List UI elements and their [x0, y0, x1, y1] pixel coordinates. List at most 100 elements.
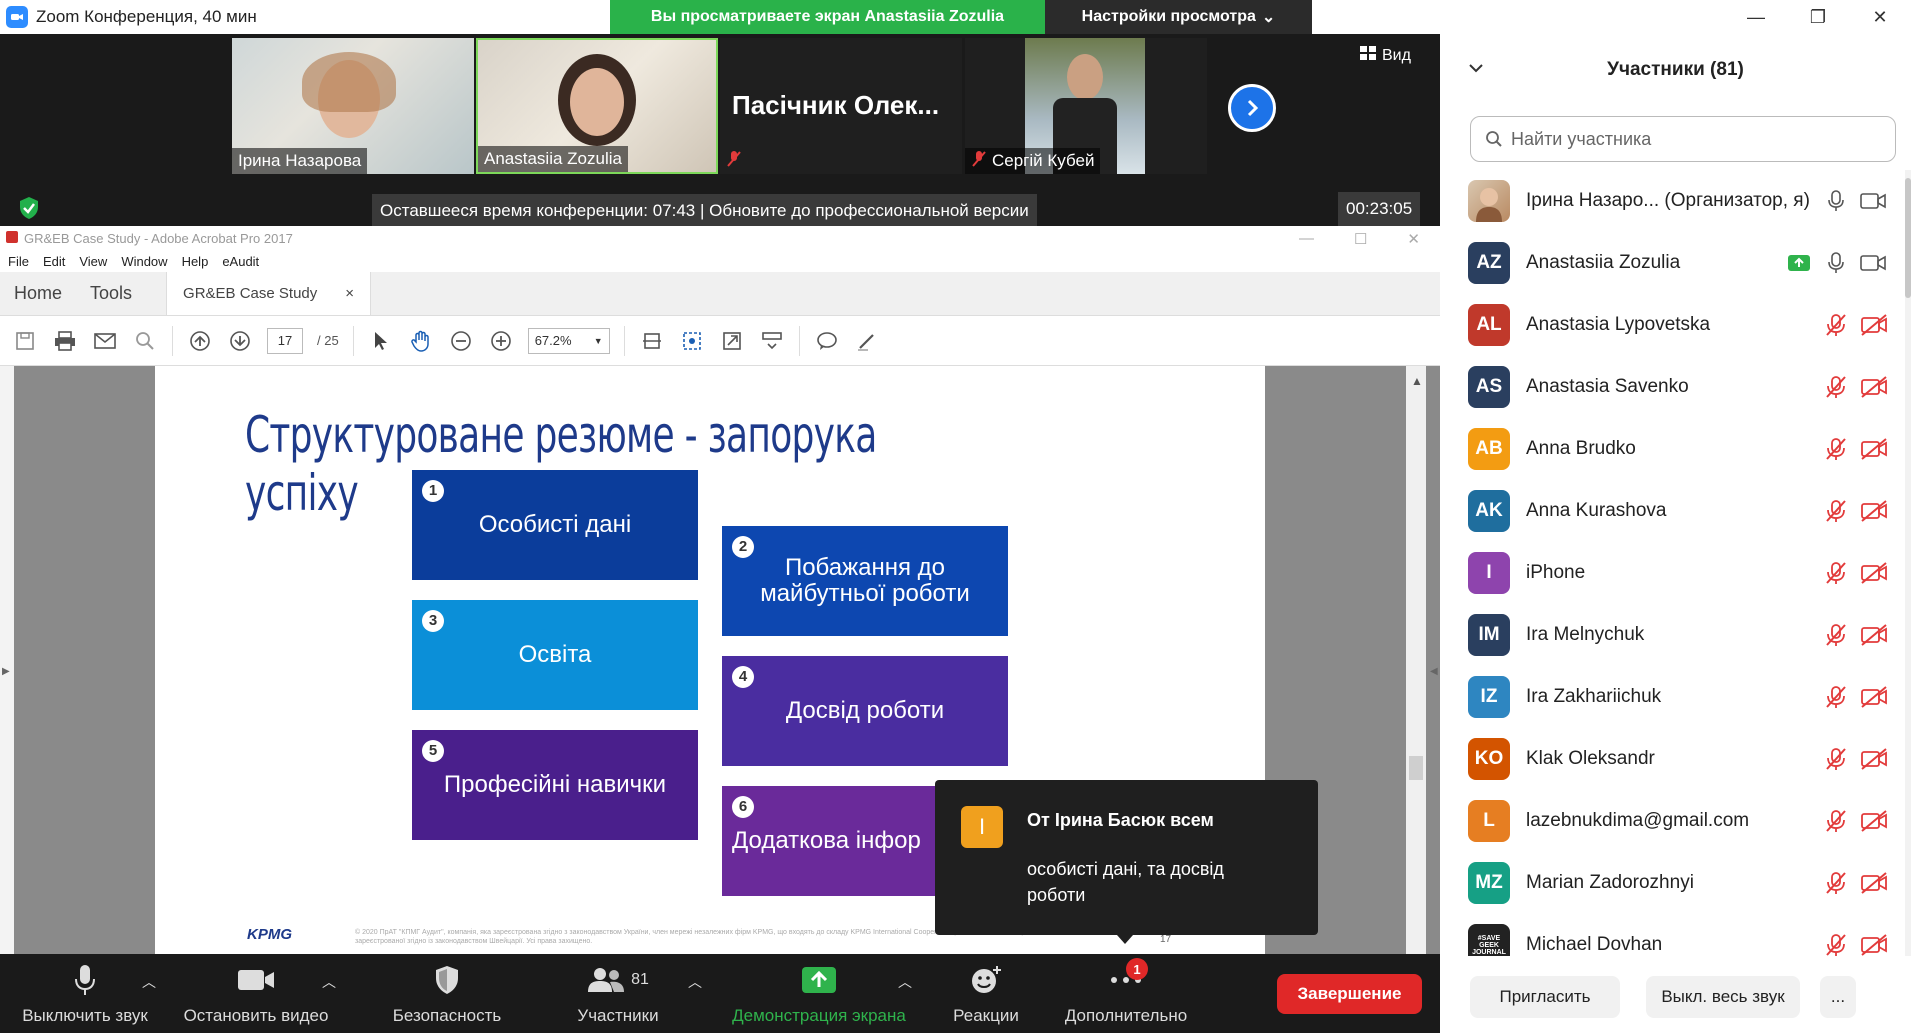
participant-row[interactable]: IiPhone	[1440, 542, 1905, 604]
view-layout-button[interactable]: Вид	[1360, 46, 1411, 65]
right-panel-toggle-icon[interactable]: ◀	[1430, 666, 1438, 677]
video-off-icon[interactable]	[1860, 934, 1888, 956]
zoom-in-icon[interactable]	[488, 328, 514, 354]
menu-help[interactable]: Help	[182, 254, 209, 269]
restore-icon[interactable]: ❐	[1787, 0, 1849, 34]
microphone-icon[interactable]	[1828, 190, 1844, 212]
left-panel-toggle[interactable]: ▶	[0, 366, 14, 954]
minimize-icon[interactable]: —	[1725, 0, 1787, 34]
full-screen-icon[interactable]	[719, 328, 745, 354]
participant-row[interactable]: MZ Marian Zadorozhnyi	[1440, 852, 1905, 914]
video-off-icon[interactable]	[1860, 810, 1888, 832]
save-icon[interactable]	[12, 328, 38, 354]
mic-muted-icon[interactable]	[1825, 375, 1847, 399]
remaining-time-notice[interactable]: Оставшееся время конференции: 07:43 | Об…	[372, 194, 1037, 228]
participant-row[interactable]: #SAVE GEEK JOURNAL Michael Dovhan	[1440, 914, 1905, 956]
close-icon[interactable]: ✕	[1849, 0, 1911, 34]
mic-muted-icon[interactable]	[1825, 499, 1847, 523]
page-down-icon[interactable]	[227, 328, 253, 354]
mic-muted-icon[interactable]	[1825, 871, 1847, 895]
search-icon[interactable]	[132, 328, 158, 354]
page-number-input[interactable]: 17	[267, 327, 303, 354]
chat-notification[interactable]: I От Ірина Басюк всем особисті дані, та …	[935, 780, 1318, 935]
invite-button[interactable]: Пригласить	[1470, 976, 1620, 1018]
participant-row[interactable]: Llazebnukdima@gmail.com	[1440, 790, 1905, 852]
participant-list-scrollbar[interactable]	[1905, 170, 1911, 956]
mute-button[interactable]: Выключить звук	[14, 962, 156, 1026]
maximize-icon[interactable]: ☐	[1354, 230, 1367, 248]
participants-button[interactable]: 81 Участники	[568, 962, 668, 1026]
print-icon[interactable]	[52, 328, 78, 354]
menu-edit[interactable]: Edit	[43, 254, 65, 269]
reactions-button[interactable]: Реакции	[946, 962, 1026, 1026]
menu-window[interactable]: Window	[121, 254, 167, 269]
share-options-caret[interactable]: ︿	[898, 972, 912, 992]
share-screen-button[interactable]: Демонстрация экрана	[724, 962, 914, 1026]
zoom-out-icon[interactable]	[448, 328, 474, 354]
mic-muted-icon[interactable]	[1825, 685, 1847, 709]
fit-page-icon[interactable]	[639, 328, 665, 354]
mic-muted-icon[interactable]	[1825, 933, 1847, 956]
video-tile-3[interactable]: Пасічник Олек...	[720, 38, 962, 174]
participant-row[interactable]: AB Anna Brudko	[1440, 418, 1905, 480]
participant-search-input[interactable]: Найти участника	[1470, 116, 1896, 162]
close-icon[interactable]: ×	[345, 285, 354, 302]
video-options-caret[interactable]: ︿	[322, 972, 336, 992]
video-off-icon[interactable]	[1860, 872, 1888, 894]
close-icon[interactable]: ✕	[1407, 230, 1420, 248]
video-tile-2[interactable]: Anastasiia Zozulia	[476, 38, 718, 174]
video-off-icon[interactable]	[1860, 624, 1888, 646]
email-icon[interactable]	[92, 328, 118, 354]
tab-home[interactable]: Home	[0, 272, 76, 315]
participant-row[interactable]: IM Ira Melnychuk	[1440, 604, 1905, 666]
panel-more-button[interactable]: ...	[1820, 976, 1856, 1018]
participant-row[interactable]: Ірина Назаро... (Организатор, я)	[1440, 170, 1905, 232]
select-cursor-icon[interactable]	[368, 328, 394, 354]
mic-muted-icon[interactable]	[1825, 747, 1847, 771]
hand-tool-icon[interactable]	[408, 328, 434, 354]
participant-row[interactable]: AZ Anastasiia Zozulia	[1440, 232, 1905, 294]
mute-options-caret[interactable]: ︿	[142, 972, 156, 992]
menu-view[interactable]: View	[79, 254, 107, 269]
video-off-icon[interactable]	[1860, 438, 1888, 460]
microphone-icon[interactable]	[1828, 252, 1844, 274]
view-settings-button[interactable]: Настройки просмотра ⌄	[1045, 0, 1312, 34]
stop-video-button[interactable]: Остановить видео	[176, 962, 336, 1026]
tab-document[interactable]: GR&EB Case Study ×	[166, 272, 372, 315]
video-off-icon[interactable]	[1860, 562, 1888, 584]
participant-row[interactable]: IZ Ira Zakhariichuk	[1440, 666, 1905, 728]
minimize-icon[interactable]: —	[1299, 230, 1314, 248]
video-off-icon[interactable]	[1860, 376, 1888, 398]
page-up-icon[interactable]	[187, 328, 213, 354]
video-camera-icon[interactable]	[1860, 254, 1886, 272]
scroll-mode-icon[interactable]	[759, 328, 785, 354]
scroll-up-icon[interactable]: ▲	[1411, 374, 1423, 388]
pen-icon[interactable]	[854, 328, 880, 354]
menu-file[interactable]: File	[8, 254, 29, 269]
mute-all-button[interactable]: Выкл. весь звук	[1646, 976, 1800, 1018]
mic-muted-icon[interactable]	[1825, 809, 1847, 833]
video-off-icon[interactable]	[1860, 314, 1888, 336]
end-meeting-button[interactable]: Завершение	[1277, 974, 1422, 1014]
video-camera-icon[interactable]	[1860, 192, 1886, 210]
scrollbar-thumb[interactable]	[1905, 178, 1911, 298]
security-button[interactable]: Безопасность	[388, 962, 506, 1026]
participant-row[interactable]: KO Klak Oleksandr	[1440, 728, 1905, 790]
participant-row[interactable]: AS Anastasia Savenko	[1440, 356, 1905, 418]
marquee-zoom-icon[interactable]	[679, 328, 705, 354]
video-tile-4[interactable]: Сергій Кубей	[965, 38, 1207, 174]
menu-eaudit[interactable]: eAudit	[222, 254, 259, 269]
video-off-icon[interactable]	[1860, 748, 1888, 770]
tab-tools[interactable]: Tools	[76, 272, 146, 315]
document-scrollbar[interactable]: ▲	[1406, 366, 1426, 954]
zoom-level-select[interactable]: 67.2% ▼	[527, 327, 610, 354]
mic-muted-icon[interactable]	[1825, 623, 1847, 647]
encryption-shield-icon[interactable]	[18, 196, 40, 225]
video-tile-1[interactable]: Ірина Назарова	[232, 38, 474, 174]
video-off-icon[interactable]	[1860, 500, 1888, 522]
mic-muted-icon[interactable]	[1825, 561, 1847, 585]
mic-muted-icon[interactable]	[1825, 313, 1847, 337]
comment-icon[interactable]	[814, 328, 840, 354]
participants-options-caret[interactable]: ︿	[688, 972, 702, 992]
participant-row[interactable]: AL Anastasia Lypovetska	[1440, 294, 1905, 356]
